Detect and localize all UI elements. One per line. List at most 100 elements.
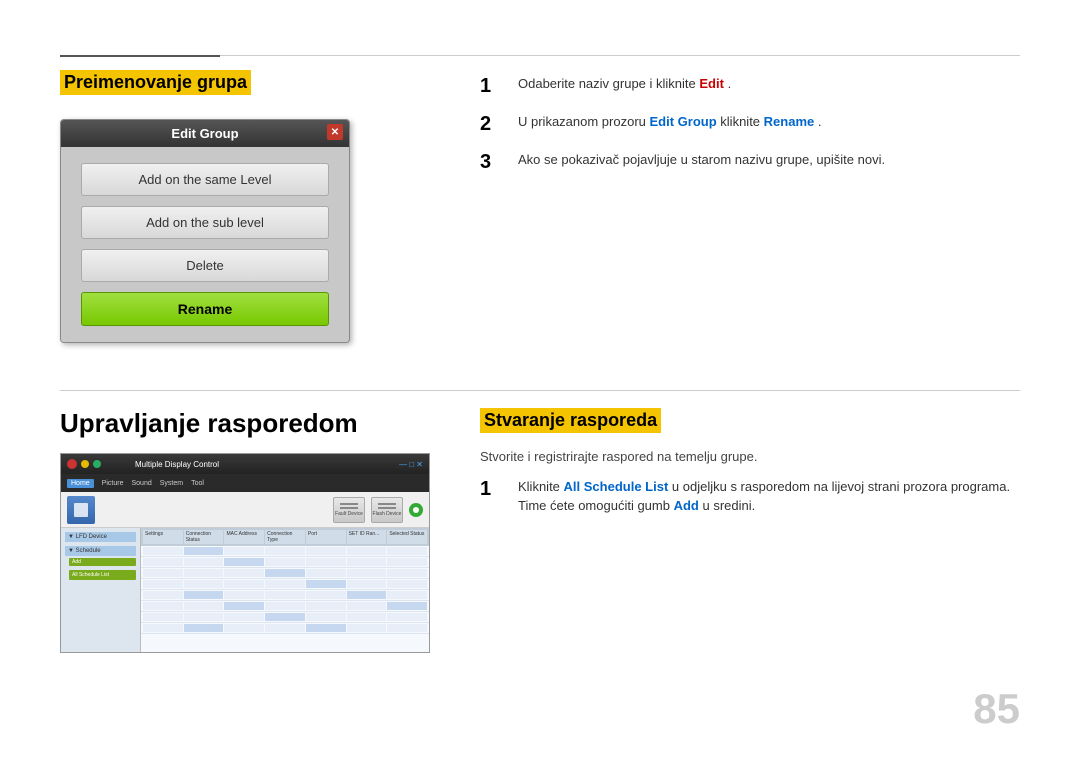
mock-cell — [224, 602, 264, 610]
screenshot-mockup: Multiple Display Control — □ ✕ Home Pict… — [60, 453, 430, 653]
mock-cell — [347, 569, 387, 577]
mock-cell — [184, 547, 224, 555]
step-1: 1 Odaberite naziv grupe i kliknite Edit … — [480, 74, 1020, 98]
mock-cell — [306, 569, 346, 577]
dialog-body: Add on the same Level Add on the sub lev… — [61, 147, 349, 342]
mock-cell — [306, 613, 346, 621]
step-3-text: Ako se pokazivač pojavljuje u starom naz… — [518, 150, 1020, 174]
mock-table-header: Settings Connection Status MAC Address C… — [141, 528, 429, 546]
mock-cell — [265, 558, 305, 566]
mock-control-icons: — □ ✕ — [399, 460, 423, 469]
mock-cell — [265, 580, 305, 588]
mock-cell — [347, 547, 387, 555]
mock-cell — [143, 558, 183, 566]
section2-right: Stvaranje rasporeda Stvorite i registrir… — [480, 408, 1020, 530]
mock-cell — [143, 580, 183, 588]
step-1-link-edit: Edit — [699, 76, 724, 91]
mock-cell — [347, 613, 387, 621]
mock-lfd-device: ▼ LFD Device — [65, 532, 136, 542]
mock-cell — [224, 591, 264, 599]
step-2-link-rename: Rename — [764, 114, 815, 129]
section2-steps: 1 Kliknite All Schedule List u odjeljku … — [480, 477, 1020, 516]
rename-button[interactable]: Rename — [81, 292, 329, 326]
step-2-number: 2 — [480, 112, 510, 136]
section1-heading: Preimenovanje grupa — [60, 70, 251, 95]
mock-cell — [347, 591, 387, 599]
mock-cell — [265, 547, 305, 555]
section1-left: Preimenovanje grupa Edit Group ✕ Add on … — [60, 70, 440, 343]
mock-cell — [143, 591, 183, 599]
mock-close-btn — [67, 459, 77, 469]
mock-cell — [184, 580, 224, 588]
section2-left: Upravljanje rasporedom Multiple Display … — [60, 408, 440, 653]
close-icon: ✕ — [331, 127, 339, 138]
mock-cell — [143, 624, 183, 632]
mock-cell — [306, 624, 346, 632]
mock-cell — [184, 569, 224, 577]
mock-cell — [306, 602, 346, 610]
mock-toolbar-icon1 — [67, 496, 95, 524]
mock-cell — [265, 613, 305, 621]
section2-heading: Upravljanje rasporedom — [60, 408, 440, 439]
step-3-number: 3 — [480, 150, 510, 174]
mock-cell — [143, 602, 183, 610]
add-same-level-button[interactable]: Add on the same Level — [81, 163, 329, 196]
step-1-number: 1 — [480, 74, 510, 98]
mock-schedule: ▼ Schedule — [65, 546, 136, 556]
section1-right: 1 Odaberite naziv grupe i kliknite Edit … — [480, 70, 1020, 188]
mock-cell — [306, 580, 346, 588]
delete-button[interactable]: Delete — [81, 249, 329, 282]
mock-cell — [265, 569, 305, 577]
top-rule-accent — [60, 55, 220, 57]
mock-row-2 — [141, 557, 429, 568]
dialog-titlebar: Edit Group ✕ — [61, 120, 349, 147]
mock-cell — [224, 558, 264, 566]
mock-menu-picture: Picture — [102, 480, 124, 487]
mock-cell — [387, 602, 427, 610]
mock-menu-system: System — [160, 480, 183, 487]
mock-cell — [143, 613, 183, 621]
edit-group-dialog: Edit Group ✕ Add on the same Level Add o… — [60, 119, 350, 343]
mock-cell — [143, 569, 183, 577]
mock-row-3 — [141, 568, 429, 579]
page-number: 85 — [973, 685, 1020, 733]
steps-list: 1 Odaberite naziv grupe i kliknite Edit … — [480, 74, 1020, 174]
mock-icon-faultdevice: Fault Device — [333, 497, 365, 523]
mock-cell — [224, 580, 264, 588]
mock-cell — [265, 591, 305, 599]
step-2-text: U prikazanom prozoru Edit Group kliknite… — [518, 112, 1020, 136]
section2-step-1: 1 Kliknite All Schedule List u odjeljku … — [480, 477, 1020, 516]
section2-link-allschedulelist: All Schedule List — [564, 479, 669, 494]
mock-min-btn — [81, 460, 89, 468]
add-sub-level-button[interactable]: Add on the sub level — [81, 206, 329, 239]
mock-titlebar: Multiple Display Control — □ ✕ — [61, 454, 429, 474]
dialog-title: Edit Group — [171, 126, 238, 141]
mock-row-7 — [141, 612, 429, 623]
mock-cell — [265, 602, 305, 610]
mock-content: ▼ LFD Device ▼ Schedule Add All Schedule… — [61, 528, 429, 652]
mock-row-5 — [141, 590, 429, 601]
mock-menu-sound: Sound — [131, 480, 151, 487]
mock-menu-tool: Tool — [191, 480, 204, 487]
mock-cell — [387, 558, 427, 566]
mock-cell — [387, 591, 427, 599]
mock-col-setid: SET ID Ran... — [347, 530, 387, 544]
mock-row-4 — [141, 579, 429, 590]
mock-sidebar: ▼ LFD Device ▼ Schedule Add All Schedule… — [61, 528, 141, 652]
mock-cell — [387, 624, 427, 632]
mock-cell — [184, 602, 224, 610]
mock-cell — [387, 547, 427, 555]
mock-cell — [184, 591, 224, 599]
section2-step-1-number: 1 — [480, 477, 510, 516]
mock-col-connection: Connection Status — [184, 530, 224, 544]
mock-col-settings: Settings — [143, 530, 183, 544]
mock-cell — [224, 613, 264, 621]
mock-cell — [347, 580, 387, 588]
mock-row-8 — [141, 623, 429, 634]
mock-cell — [347, 624, 387, 632]
mock-cell — [265, 624, 305, 632]
mock-col-selected: Selected Status — [387, 530, 427, 544]
mock-cell — [184, 613, 224, 621]
dialog-close-button[interactable]: ✕ — [327, 124, 343, 140]
mock-toolbar: Fault Device Flash Device — [61, 492, 429, 528]
